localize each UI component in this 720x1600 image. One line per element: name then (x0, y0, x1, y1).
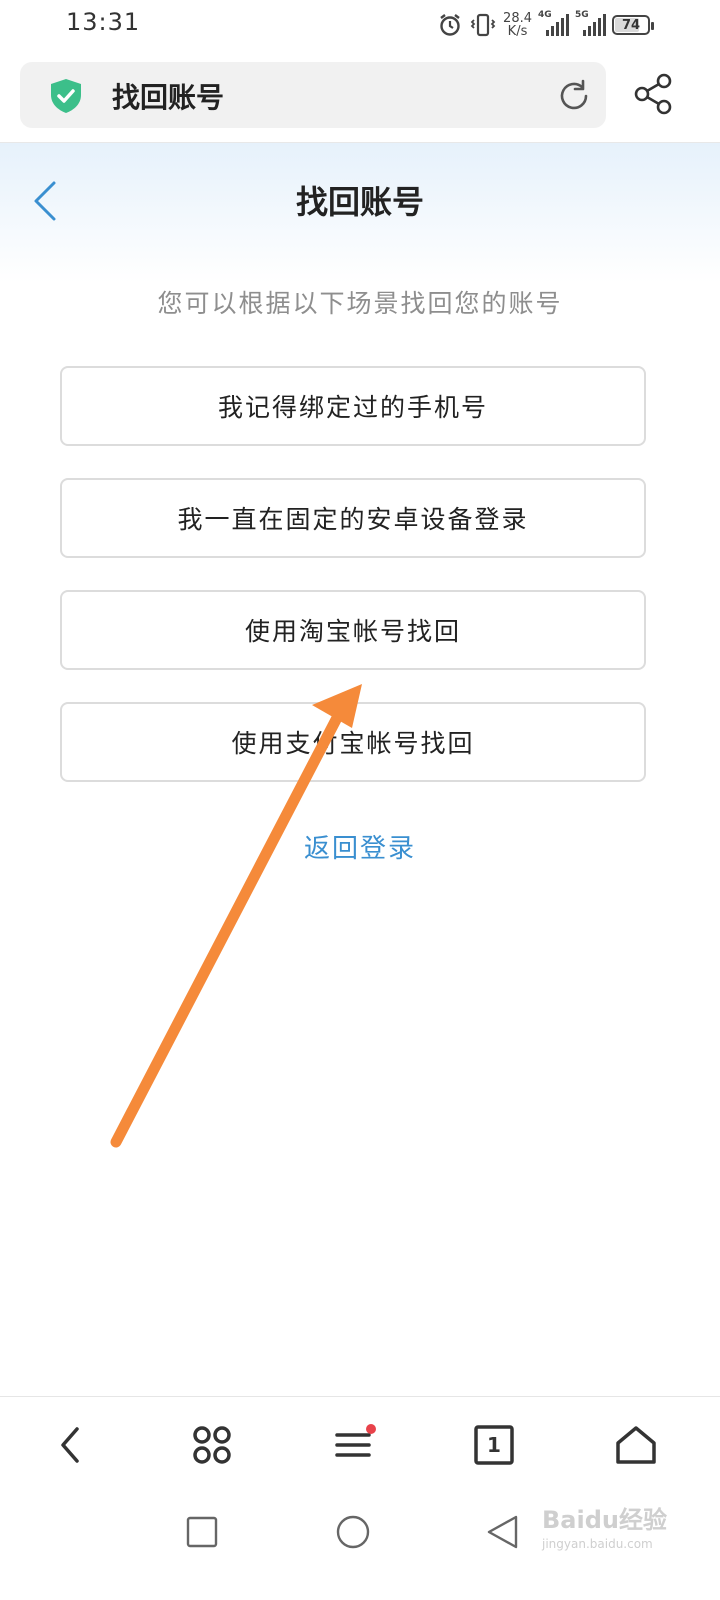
page-subtitle: 您可以根据以下场景找回您的账号 (157, 289, 563, 318)
sim1-label: 4G (538, 10, 552, 20)
status-bar: 13:31 28.4 K/s 4G 5G 74 (0, 0, 720, 50)
vibrate-icon (469, 12, 497, 38)
signal-icon: 4G (538, 10, 569, 36)
home-icon[interactable] (608, 1419, 664, 1471)
option-phone-button[interactable]: 我记得绑定过的手机号 (60, 366, 646, 446)
sim2-label: 5G (575, 10, 589, 20)
reload-icon[interactable] (556, 78, 592, 118)
status-time: 13:31 (66, 8, 141, 36)
watermark: Baidu经验 jingyan.baidu.com (542, 1500, 667, 1551)
address-bar[interactable]: 找回账号 (20, 62, 606, 128)
net-speed: 28.4 K/s (503, 12, 532, 38)
page-header: 找回账号 (0, 142, 720, 283)
alarm-icon (437, 12, 463, 38)
option-android-device-button[interactable]: 我一直在固定的安卓设备登录 (60, 478, 646, 558)
recents-icon[interactable] (180, 1510, 224, 1554)
menu-icon[interactable] (326, 1419, 382, 1471)
watermark-brand: Baidu经验 (542, 1506, 667, 1534)
option-alipay-button[interactable]: 使用支付宝帐号找回 (60, 702, 646, 782)
page-title: 找回账号 (295, 183, 424, 221)
shield-check-icon (46, 76, 86, 120)
share-icon[interactable] (632, 72, 676, 120)
battery-icon: 74 (612, 15, 654, 35)
home-circle-icon[interactable] (331, 1510, 375, 1554)
status-icons: 28.4 K/s 4G 5G 74 (437, 10, 654, 40)
watermark-url: jingyan.baidu.com (542, 1537, 653, 1551)
option-taobao-button[interactable]: 使用淘宝帐号找回 (60, 590, 646, 670)
address-bar-title: 找回账号 (112, 81, 225, 114)
tabs-icon[interactable]: 1 (466, 1419, 522, 1471)
back-to-login-link[interactable]: 返回登录 (0, 828, 720, 865)
back-icon[interactable] (42, 1419, 98, 1471)
battery-level: 74 (621, 17, 641, 33)
tab-count: 1 (487, 1433, 501, 1457)
back-triangle-icon[interactable] (480, 1510, 524, 1554)
net-speed-unit: K/s (507, 24, 528, 39)
signal-icon: 5G (575, 10, 606, 36)
apps-icon[interactable] (184, 1419, 240, 1471)
browser-toolbar: 1 (0, 1396, 720, 1493)
